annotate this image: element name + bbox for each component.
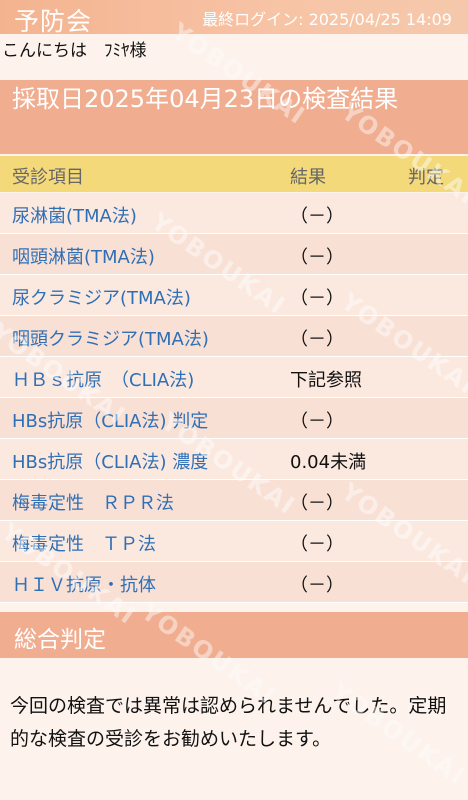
results-table-header: 受診項目 結果 判定 (0, 156, 468, 192)
test-result: （－） (290, 288, 344, 309)
table-row: HBs抗原（CLIA法) 濃度 0.04未満 (0, 439, 468, 480)
summary-title: 総合判定 (14, 627, 106, 653)
greeting-row: こんにちは ﾌﾐﾔ様 (0, 34, 468, 61)
app-header: 予防会 最終ログイン: 2025/04/25 14:09 (0, 0, 468, 36)
result-title-banner: 採取日2025年04月23日の検査結果 (0, 80, 468, 154)
test-item-name[interactable]: ＨＩＶ抗原・抗体 (12, 571, 156, 597)
test-result: （－） (290, 247, 344, 268)
test-result: （－） (290, 575, 344, 596)
greeting-text: こんにちは ﾌﾐﾔ様 (2, 41, 147, 61)
table-row: ＨＢｓ抗原 （CLIA法) 下記参照 (0, 357, 468, 398)
test-result: （－） (290, 206, 344, 227)
test-item-name[interactable]: HBs抗原（CLIA法) 濃度 (12, 448, 208, 474)
test-item-name[interactable]: 梅毒定性 ＴＰ法 (12, 530, 156, 556)
column-header-judgement: 判定 (408, 167, 444, 188)
table-row: 咽頭淋菌(TMA法) （－） (0, 234, 468, 275)
test-result: 0.04未満 (290, 452, 367, 473)
table-row: 尿クラミジア(TMA法) （－） (0, 275, 468, 316)
test-result: （－） (290, 534, 344, 555)
summary-banner: 総合判定 (0, 612, 468, 658)
column-header-result: 結果 (290, 167, 326, 188)
test-result: （－） (290, 411, 344, 432)
test-result: 下記参照 (290, 370, 362, 391)
result-title: 採取日2025年04月23日の検査結果 (12, 85, 399, 113)
test-item-name[interactable]: 咽頭クラミジア(TMA法) (12, 325, 209, 351)
app-logo: 予防会 (14, 7, 93, 36)
table-row: 梅毒定性 ＲＰＲ法 （－） (0, 480, 468, 521)
column-header-item: 受診項目 (12, 167, 84, 188)
test-item-name[interactable]: ＨＢｓ抗原 （CLIA法) (12, 366, 194, 392)
table-row: HBs抗原（CLIA法) 判定 （－） (0, 398, 468, 439)
test-item-name[interactable]: 咽頭淋菌(TMA法) (12, 243, 155, 269)
test-item-name[interactable]: HBs抗原（CLIA法) 判定 (12, 407, 208, 433)
table-row: 咽頭クラミジア(TMA法) （－） (0, 316, 468, 357)
test-result: （－） (290, 329, 344, 350)
test-item-name[interactable]: 尿淋菌(TMA法) (12, 202, 137, 228)
table-row: 梅毒定性 ＴＰ法 （－） (0, 521, 468, 562)
summary-text: 今回の検査では異常は認められませんでした。定期的な検査の受診をお勧めいたします。 (10, 695, 447, 750)
last-login-text: 最終ログイン: 2025/04/25 14:09 (202, 10, 452, 29)
test-item-name[interactable]: 尿クラミジア(TMA法) (12, 284, 191, 310)
test-item-name[interactable]: 梅毒定性 ＲＰＲ法 (12, 489, 174, 515)
test-result: （－） (290, 493, 344, 514)
table-row: 尿淋菌(TMA法) （－） (0, 193, 468, 234)
table-row: ＨＩＶ抗原・抗体 （－） (0, 562, 468, 603)
